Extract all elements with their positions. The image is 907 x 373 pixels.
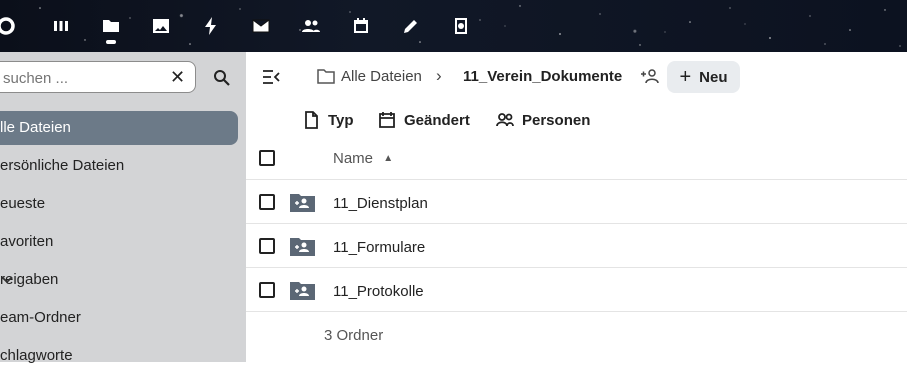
toggle-sidebar-icon[interactable]	[262, 69, 280, 85]
deck-icon[interactable]	[449, 14, 473, 38]
divider	[246, 179, 907, 180]
breadcrumb-separator: ›	[436, 66, 442, 85]
row-checkbox[interactable]	[259, 194, 275, 210]
calendar-icon[interactable]	[349, 14, 373, 38]
people-icon	[496, 113, 514, 127]
dashboard-icon[interactable]	[49, 14, 73, 38]
file-name[interactable]: 11_Dienstplan	[333, 195, 428, 212]
filter-modified-label: Geändert	[404, 111, 470, 129]
file-icon	[305, 111, 318, 129]
sidebar-item-label: chlagworte	[0, 347, 73, 364]
sidebar-item-label: ersönliche Dateien	[0, 157, 125, 174]
row-checkbox[interactable]	[259, 282, 275, 298]
column-header-name[interactable]: Name ▲	[333, 150, 393, 167]
shared-folder-icon[interactable]	[290, 236, 315, 256]
files-icon[interactable]	[99, 14, 123, 38]
row-checkbox[interactable]	[259, 238, 275, 254]
folder-count-summary: 3 Ordner	[324, 327, 384, 344]
notes-icon[interactable]	[399, 14, 423, 38]
photos-icon[interactable]	[149, 14, 173, 38]
search-input[interactable]	[1, 66, 165, 90]
share-icon[interactable]	[640, 68, 660, 84]
active-app-indicator	[106, 40, 116, 44]
file-name[interactable]: 11_Formulare	[333, 239, 425, 256]
mail-icon[interactable]	[249, 14, 273, 38]
sidebar-item-all-files[interactable]: lle Dateien	[0, 111, 238, 145]
shared-folder-icon[interactable]	[290, 280, 315, 300]
divider	[246, 267, 907, 268]
logo-icon[interactable]	[0, 14, 18, 38]
chevron-down-icon[interactable]	[0, 263, 14, 299]
calendar-icon	[379, 112, 395, 128]
column-name-label: Name	[333, 150, 374, 167]
filter-modified[interactable]: Geändert	[378, 110, 470, 130]
sidebar-item-team-folders[interactable]: eam-Ordner	[0, 301, 238, 335]
sidebar-item-shares[interactable]: reigaben	[0, 263, 238, 297]
divider	[246, 223, 907, 224]
activity-icon[interactable]	[199, 14, 223, 38]
sort-ascending-icon: ▲	[383, 153, 394, 164]
sidebar-item-label: eueste	[0, 195, 46, 212]
divider	[246, 311, 907, 312]
file-name[interactable]: 11_Protokolle	[333, 283, 424, 300]
sidebar-item-personal-files[interactable]: ersönliche Dateien	[0, 149, 238, 183]
sidebar-item-label: lle Dateien	[0, 119, 71, 136]
breadcrumb-root[interactable]: Alle Dateien	[341, 68, 422, 85]
clear-search-icon[interactable]: ✕	[170, 67, 185, 88]
sidebar-item-tags[interactable]: chlagworte	[0, 339, 238, 373]
sidebar-item-label: avoriten	[0, 233, 54, 250]
filter-type-label: Typ	[328, 111, 354, 129]
filter-type[interactable]: Typ	[302, 110, 354, 130]
contacts-icon[interactable]	[299, 14, 323, 38]
search-field[interactable]	[0, 61, 196, 93]
new-button[interactable]: + Neu	[667, 61, 740, 93]
sidebar-item-label: eam-Ordner	[0, 309, 81, 326]
sidebar-item-favorites[interactable]: avoriten	[0, 225, 238, 259]
sidebar-item-recent[interactable]: eueste	[0, 187, 238, 221]
top-app-bar	[0, 0, 907, 52]
shared-folder-icon[interactable]	[290, 192, 315, 212]
filter-people-label: Personen	[522, 111, 591, 129]
plus-icon: +	[679, 65, 692, 88]
folder-outline-icon	[317, 69, 335, 84]
breadcrumb-current[interactable]: 11_Verein_Dokumente	[463, 68, 622, 85]
select-all-checkbox[interactable]	[259, 150, 275, 166]
search-icon[interactable]	[212, 68, 232, 88]
filter-people[interactable]: Personen	[496, 110, 590, 130]
new-button-label: Neu	[699, 68, 728, 86]
